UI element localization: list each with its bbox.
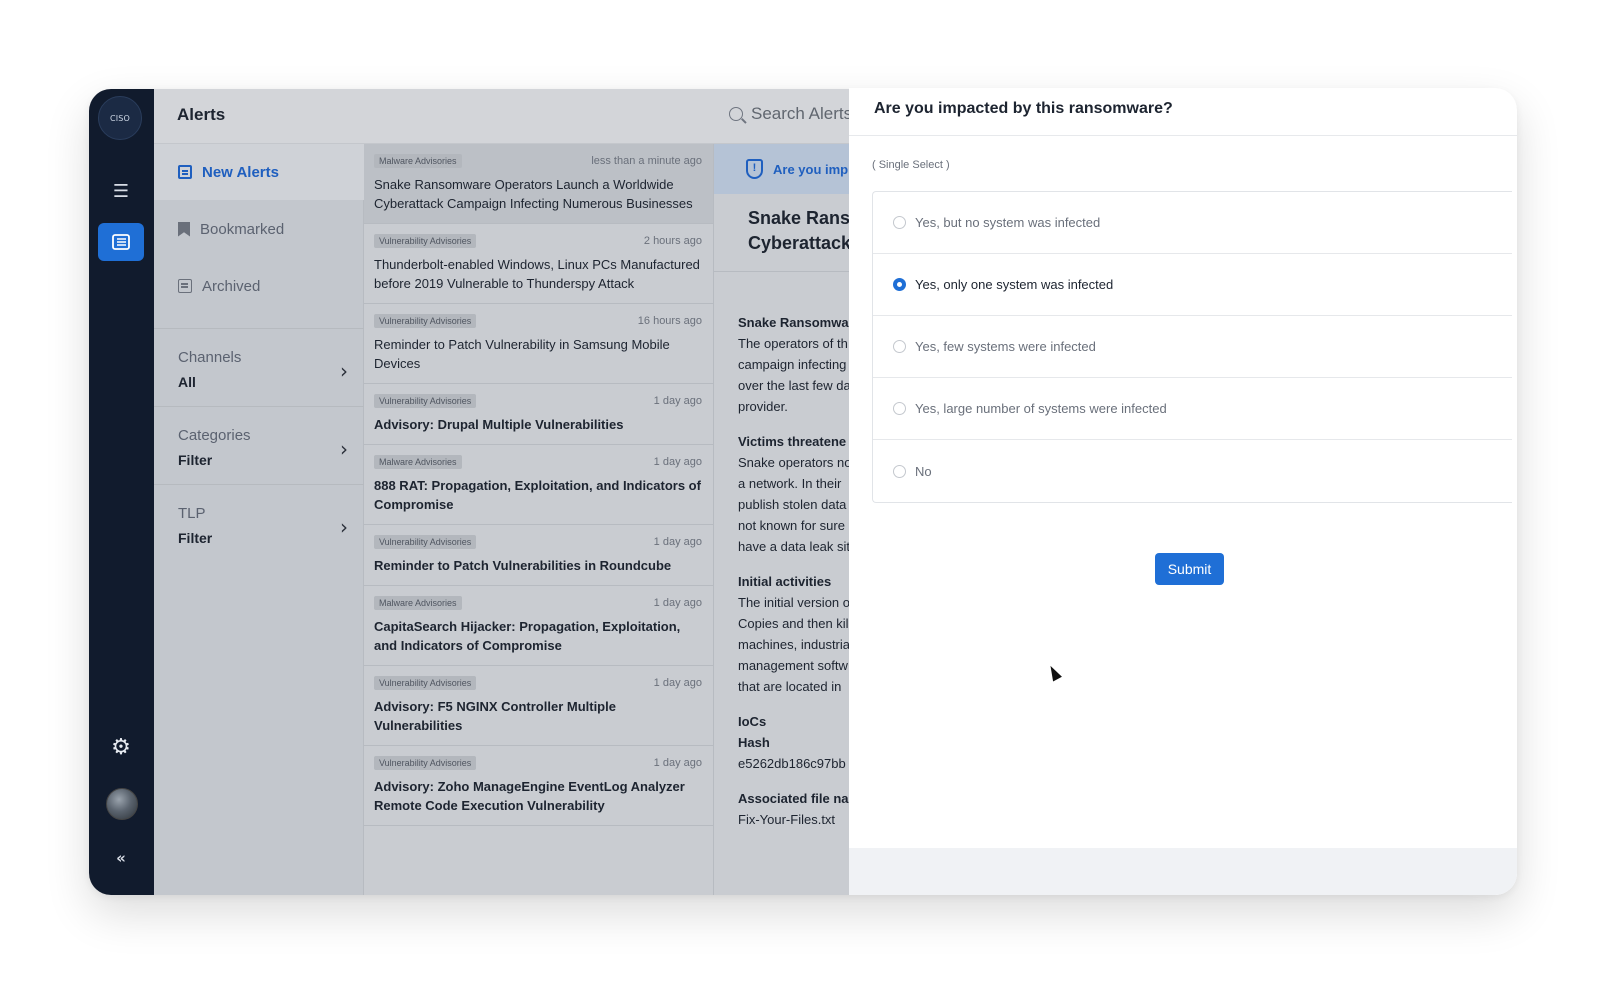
bookmark-icon xyxy=(178,221,190,237)
alert-title: Reminder to Patch Vulnerability in Samsu… xyxy=(374,337,670,371)
alert-item[interactable]: Vulnerability Advisories 16 hours ago Rem… xyxy=(364,304,713,384)
left-rail: CISO ☰ ⚙ « xyxy=(89,89,154,895)
alert-title: CapitaSearch Hijacker: Propagation, Expl… xyxy=(374,619,681,653)
alert-time: 1 day ago xyxy=(653,757,702,769)
category-badge: Malware Advisories xyxy=(374,596,462,610)
alert-time: 1 day ago xyxy=(653,536,702,548)
radio-option[interactable]: Yes, but no system was infected xyxy=(873,192,1512,254)
alert-title: Advisory: Zoho ManageEngine EventLog Ana… xyxy=(374,779,685,813)
avatar[interactable] xyxy=(106,788,138,820)
chevron-right-icon[interactable]: › xyxy=(340,515,348,539)
shield-icon: ! xyxy=(746,159,763,179)
alert-title: Thunderbolt-enabled Windows, Linux PCs M… xyxy=(374,257,700,291)
alert-item[interactable]: Malware Advisories 1 day ago 888 RAT: Pro… xyxy=(364,445,713,525)
alerts-sidebar: New Alerts Bookmarked Archived Channels … xyxy=(154,144,364,895)
alert-time: 1 day ago xyxy=(653,677,702,689)
alert-title: 888 RAT: Propagation, Exploitation, and … xyxy=(374,478,701,512)
category-badge: Vulnerability Advisories xyxy=(374,314,477,328)
alert-title: Snake Ransomware Operators Launch a Worl… xyxy=(374,177,693,211)
survey-hint: ( Single Select ) xyxy=(872,159,950,171)
alert-item[interactable]: Malware Advisories 1 day ago CapitaSearch… xyxy=(364,586,713,666)
alert-time: 16 hours ago xyxy=(637,315,702,327)
brand-logo[interactable]: CISO xyxy=(98,96,142,140)
impact-survey-panel: Are you impacted by this ransomware? ( S… xyxy=(849,88,1517,895)
radio-label: Yes, large number of systems were infect… xyxy=(915,401,1167,416)
radio-label: No xyxy=(915,463,932,479)
sidebar-item-label: Bookmarked xyxy=(200,220,285,238)
alert-title: Reminder to Patch Vulnerabilities in Rou… xyxy=(374,558,672,573)
alert-time: less than a minute ago xyxy=(591,155,702,167)
list-icon xyxy=(178,165,192,179)
search-box[interactable]: Search Alerts xyxy=(729,104,852,124)
page-title: Alerts xyxy=(177,105,226,124)
filter-value: Filter xyxy=(178,452,213,468)
chevron-right-icon[interactable]: › xyxy=(340,437,348,461)
filter-label: Categories xyxy=(178,427,251,444)
menu-icon[interactable]: ☰ xyxy=(111,183,131,201)
sidebar-item-archived[interactable]: Archived xyxy=(154,258,364,314)
alert-item[interactable]: Vulnerability Advisories 2 hours ago Thun… xyxy=(364,224,713,304)
alert-title: Advisory: Drupal Multiple Vulnerabilitie… xyxy=(374,417,624,432)
alerts-icon xyxy=(112,234,130,250)
category-badge: Vulnerability Advisories xyxy=(374,535,477,549)
alert-item[interactable]: Vulnerability Advisories 1 day ago Adviso… xyxy=(364,384,713,445)
alerts-nav-button[interactable] xyxy=(98,223,144,261)
category-badge: Malware Advisories xyxy=(374,455,462,469)
chevron-right-icon[interactable]: › xyxy=(340,359,348,383)
divider xyxy=(154,406,364,407)
sidebar-item-new-alerts[interactable]: New Alerts xyxy=(154,144,364,200)
alert-time: 1 day ago xyxy=(653,597,702,609)
sidebar-item-bookmarked[interactable]: Bookmarked xyxy=(154,201,364,257)
filter-categories[interactable]: Categories Filter › xyxy=(178,427,348,468)
alert-item[interactable]: Malware Advisories less than a minute ago… xyxy=(364,144,713,224)
filter-label: Channels xyxy=(178,349,242,366)
alert-list: Malware Advisories less than a minute ago… xyxy=(364,144,714,895)
alert-item[interactable]: Vulnerability Advisories 1 day ago Adviso… xyxy=(364,666,713,746)
alert-time: 2 hours ago xyxy=(643,235,702,247)
search-input[interactable]: Search Alerts xyxy=(751,104,852,124)
filter-label: TLP xyxy=(178,505,206,522)
alert-item[interactable]: Vulnerability Advisories 1 day ago Remind… xyxy=(364,525,713,586)
radio-option[interactable]: No xyxy=(873,440,1512,502)
archive-icon xyxy=(178,279,192,293)
collapse-icon[interactable]: « xyxy=(111,849,131,867)
sidebar-item-label: New Alerts xyxy=(202,163,279,181)
radio-button[interactable] xyxy=(893,464,906,478)
radio-button[interactable] xyxy=(893,402,906,415)
survey-question: Are you impacted by this ransomware? xyxy=(849,88,1517,136)
alert-item[interactable]: Vulnerability Advisories 1 day ago Adviso… xyxy=(364,746,713,826)
radio-option[interactable]: Yes, few systems were infected xyxy=(873,316,1512,378)
radio-group: Yes, but no system was infected Yes, onl… xyxy=(872,191,1512,503)
radio-label: Yes, few systems were infected xyxy=(915,339,1096,354)
alert-title: Advisory: F5 NGINX Controller Multiple V… xyxy=(374,699,616,733)
divider xyxy=(154,328,364,329)
category-badge: Vulnerability Advisories xyxy=(374,234,477,248)
radio-label: Yes, but no system was infected xyxy=(915,215,1101,230)
filter-channels[interactable]: Channels All › xyxy=(178,349,348,390)
radio-option[interactable]: Yes, large number of systems were infect… xyxy=(873,378,1512,440)
panel-footer xyxy=(849,848,1517,895)
filter-value: Filter xyxy=(178,530,213,546)
search-icon xyxy=(729,107,743,121)
alert-time: 1 day ago xyxy=(653,456,702,468)
divider xyxy=(154,484,364,485)
filter-value: All xyxy=(178,374,196,390)
submit-button[interactable]: Submit xyxy=(1155,553,1224,585)
gear-icon[interactable]: ⚙ xyxy=(109,736,133,760)
radio-option[interactable]: Yes, only one system was infected xyxy=(873,254,1512,316)
filter-tlp[interactable]: TLP Filter › xyxy=(178,505,348,546)
category-badge: Vulnerability Advisories xyxy=(374,394,477,408)
radio-button[interactable] xyxy=(893,340,906,353)
banner-text: Are you imp xyxy=(773,161,849,177)
category-badge: Vulnerability Advisories xyxy=(374,756,477,770)
category-badge: Malware Advisories xyxy=(374,154,462,168)
alert-time: 1 day ago xyxy=(653,395,702,407)
sidebar-item-label: Archived xyxy=(202,277,261,295)
radio-button[interactable] xyxy=(893,216,906,229)
radio-label: Yes, only one system was infected xyxy=(915,277,1114,292)
category-badge: Vulnerability Advisories xyxy=(374,676,477,690)
radio-button[interactable] xyxy=(893,278,906,291)
